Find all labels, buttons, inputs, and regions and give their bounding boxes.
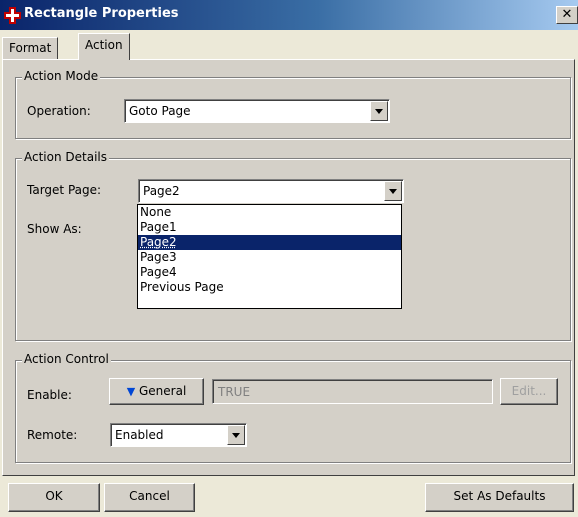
- tab-strip: Format Action: [0, 33, 578, 60]
- list-item[interactable]: None: [138, 205, 401, 220]
- tab-action[interactable]: Action: [78, 33, 130, 60]
- target-page-value: Page2: [143, 184, 180, 198]
- rectangle-properties-dialog: Rectangle Properties ✕ Format Action Act…: [0, 0, 578, 517]
- window-title: Rectangle Properties: [24, 6, 179, 21]
- edit-label: Edit...: [511, 384, 547, 398]
- target-page-label: Target Page:: [27, 183, 102, 197]
- set-as-defaults-label: Set As Defaults: [453, 489, 546, 503]
- list-item-selected[interactable]: Page2: [138, 235, 401, 250]
- chevron-down-icon[interactable]: [227, 425, 245, 445]
- app-icon: [4, 7, 21, 24]
- enable-expression-field[interactable]: TRUE: [212, 379, 493, 404]
- remote-value: Enabled: [115, 428, 164, 442]
- remote-label: Remote:: [27, 428, 78, 442]
- group-legend: Action Mode: [22, 69, 101, 83]
- chevron-down-icon[interactable]: [370, 101, 388, 121]
- operation-select[interactable]: Goto Page: [124, 99, 390, 123]
- group-legend: Action Details: [22, 150, 109, 164]
- ok-button[interactable]: OK: [8, 483, 100, 512]
- tab-label: Format: [9, 41, 52, 55]
- chevron-down-icon[interactable]: [384, 181, 402, 201]
- edit-button[interactable]: Edit...: [500, 378, 558, 405]
- remote-select[interactable]: Enabled: [110, 423, 247, 447]
- tab-label: Action: [85, 38, 123, 52]
- operation-label: Operation:: [27, 104, 91, 118]
- list-item[interactable]: Page3: [138, 250, 401, 265]
- general-label: General: [139, 384, 187, 398]
- set-as-defaults-button[interactable]: Set As Defaults: [425, 483, 574, 512]
- cancel-button[interactable]: Cancel: [104, 483, 195, 512]
- target-page-dropdown-list: None Page1 Page2 Page3 Page4 Previous Pa…: [137, 204, 402, 309]
- show-as-label: Show As:: [27, 222, 82, 236]
- operation-value: Goto Page: [129, 104, 191, 118]
- general-dropdown-button[interactable]: ▼ General: [109, 378, 204, 405]
- cancel-label: Cancel: [129, 489, 170, 503]
- tab-format[interactable]: Format: [2, 37, 59, 59]
- enable-label: Enable:: [27, 388, 72, 402]
- list-item[interactable]: Page1: [138, 220, 401, 235]
- action-control-group: Action Control: [15, 352, 571, 463]
- list-item[interactable]: Page4: [138, 265, 401, 280]
- ok-label: OK: [45, 489, 63, 503]
- enable-value: TRUE: [218, 385, 251, 399]
- group-legend: Action Control: [22, 352, 111, 366]
- list-item[interactable]: Previous Page: [138, 280, 401, 295]
- close-button[interactable]: ✕: [556, 6, 578, 24]
- target-page-select[interactable]: Page2: [138, 179, 404, 203]
- triangle-down-icon: ▼: [126, 385, 136, 398]
- title-bar: Rectangle Properties ✕: [0, 0, 578, 30]
- close-icon: ✕: [561, 7, 573, 22]
